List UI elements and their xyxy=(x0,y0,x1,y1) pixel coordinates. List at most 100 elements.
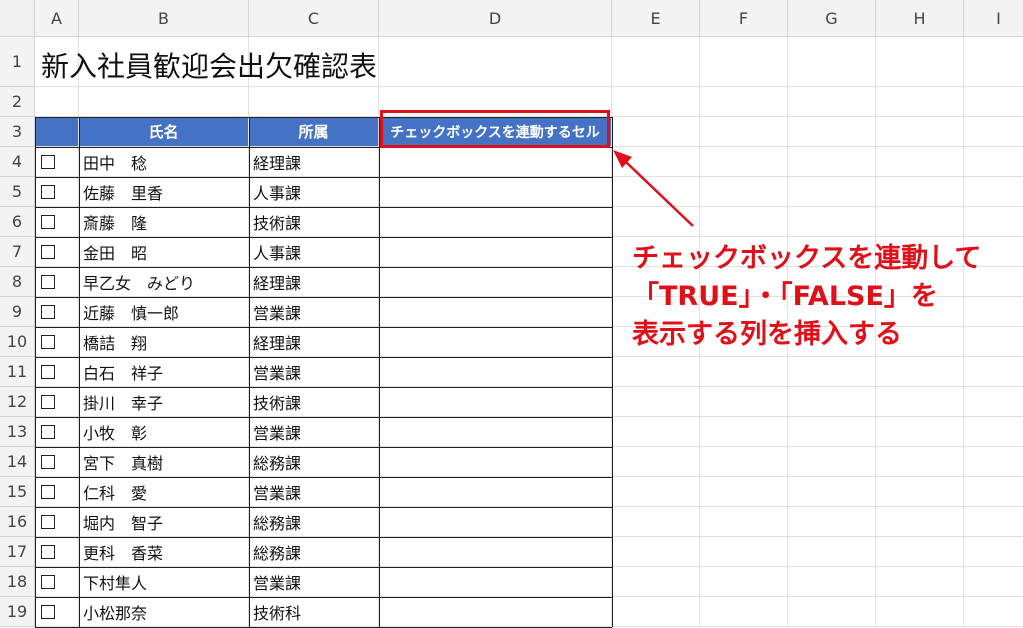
cell-F13[interactable] xyxy=(700,417,788,447)
table-dept-cell[interactable]: 経理課 xyxy=(249,267,379,297)
table-linked-cell[interactable] xyxy=(379,357,612,387)
column-header-f[interactable]: F xyxy=(700,0,788,37)
cell-F2[interactable] xyxy=(700,87,788,117)
cell-G15[interactable] xyxy=(788,477,876,507)
cell-G4[interactable] xyxy=(788,147,876,177)
attendance-checkbox[interactable] xyxy=(41,574,55,589)
cell-G18[interactable] xyxy=(788,567,876,597)
cell-E5[interactable] xyxy=(612,177,700,207)
table-dept-cell[interactable]: 技術科 xyxy=(249,597,379,627)
cell-H19[interactable] xyxy=(876,597,964,627)
table-name-cell[interactable]: 早乙女 みどり xyxy=(79,267,249,297)
column-header-g[interactable]: G xyxy=(788,0,876,37)
row-header-17[interactable]: 17 xyxy=(0,537,35,567)
checkbox-cell[interactable] xyxy=(35,417,79,447)
cell-H11[interactable] xyxy=(876,357,964,387)
table-dept-cell[interactable]: 営業課 xyxy=(249,417,379,447)
row-header-9[interactable]: 9 xyxy=(0,297,35,327)
cell-I6[interactable] xyxy=(964,207,1023,237)
table-dept-cell[interactable]: 総務課 xyxy=(249,447,379,477)
row-header-15[interactable]: 15 xyxy=(0,477,35,507)
table-dept-cell[interactable]: 技術課 xyxy=(249,207,379,237)
cell-E6[interactable] xyxy=(612,207,700,237)
attendance-checkbox[interactable] xyxy=(41,274,55,289)
cell-H16[interactable] xyxy=(876,507,964,537)
cell-I17[interactable] xyxy=(964,537,1023,567)
cell-I4[interactable] xyxy=(964,147,1023,177)
cell-H3[interactable] xyxy=(876,117,964,147)
table-dept-cell[interactable]: 経理課 xyxy=(249,327,379,357)
cell-H15[interactable] xyxy=(876,477,964,507)
table-name-cell[interactable]: 下村隼人 xyxy=(79,567,249,597)
cell-F6[interactable] xyxy=(700,207,788,237)
table-name-cell[interactable]: 小牧 彰 xyxy=(79,417,249,447)
cell-E1[interactable] xyxy=(612,37,700,87)
cell-I3[interactable] xyxy=(964,117,1023,147)
table-linked-cell[interactable] xyxy=(379,267,612,297)
cell-H12[interactable] xyxy=(876,387,964,417)
row-header-12[interactable]: 12 xyxy=(0,387,35,417)
attendance-checkbox[interactable] xyxy=(41,244,55,259)
table-dept-cell[interactable]: 総務課 xyxy=(249,507,379,537)
checkbox-cell[interactable] xyxy=(35,297,79,327)
cell-H17[interactable] xyxy=(876,537,964,567)
cell-H5[interactable] xyxy=(876,177,964,207)
row-header-11[interactable]: 11 xyxy=(0,357,35,387)
cell-G3[interactable] xyxy=(788,117,876,147)
checkbox-cell[interactable] xyxy=(35,537,79,567)
checkbox-cell[interactable] xyxy=(35,447,79,477)
cell-F5[interactable] xyxy=(700,177,788,207)
row-header-14[interactable]: 14 xyxy=(0,447,35,477)
checkbox-cell[interactable] xyxy=(35,507,79,537)
cell-I11[interactable] xyxy=(964,357,1023,387)
row-header-13[interactable]: 13 xyxy=(0,417,35,447)
table-linked-cell[interactable] xyxy=(379,567,612,597)
checkbox-cell[interactable] xyxy=(35,327,79,357)
table-linked-cell[interactable] xyxy=(379,297,612,327)
table-name-cell[interactable]: 田中 稔 xyxy=(79,147,249,177)
column-header-b[interactable]: B xyxy=(79,0,249,37)
checkbox-cell[interactable] xyxy=(35,177,79,207)
checkbox-cell[interactable] xyxy=(35,597,79,627)
table-name-cell[interactable]: 宮下 真樹 xyxy=(79,447,249,477)
row-header-3[interactable]: 3 xyxy=(0,117,35,147)
table-linked-cell[interactable] xyxy=(379,147,612,177)
column-header-h[interactable]: H xyxy=(876,0,964,37)
table-dept-cell[interactable]: 営業課 xyxy=(249,477,379,507)
cell-I19[interactable] xyxy=(964,597,1023,627)
cell-F17[interactable] xyxy=(700,537,788,567)
table-dept-cell[interactable]: 経理課 xyxy=(249,147,379,177)
table-name-cell[interactable]: 金田 昭 xyxy=(79,237,249,267)
table-linked-cell[interactable] xyxy=(379,507,612,537)
row-header-5[interactable]: 5 xyxy=(0,177,35,207)
table-name-cell[interactable]: 掛川 幸子 xyxy=(79,387,249,417)
cell-G5[interactable] xyxy=(788,177,876,207)
cell-I1[interactable] xyxy=(964,37,1023,87)
column-header-d[interactable]: D xyxy=(379,0,612,37)
cell-G6[interactable] xyxy=(788,207,876,237)
table-name-cell[interactable]: 斎藤 隆 xyxy=(79,207,249,237)
table-dept-cell[interactable]: 人事課 xyxy=(249,177,379,207)
table-linked-cell[interactable] xyxy=(379,447,612,477)
row-header-4[interactable]: 4 xyxy=(0,147,35,177)
row-header-2[interactable]: 2 xyxy=(0,87,35,117)
attendance-checkbox[interactable] xyxy=(41,604,55,619)
select-all-corner[interactable] xyxy=(0,0,35,37)
checkbox-cell[interactable] xyxy=(35,477,79,507)
row-header-8[interactable]: 8 xyxy=(0,267,35,297)
table-name-cell[interactable]: 橋詰 翔 xyxy=(79,327,249,357)
table-linked-cell[interactable] xyxy=(379,237,612,267)
row-header-18[interactable]: 18 xyxy=(0,567,35,597)
table-name-cell[interactable]: 小松那奈 xyxy=(79,597,249,627)
table-dept-cell[interactable]: 営業課 xyxy=(249,297,379,327)
attendance-checkbox[interactable] xyxy=(41,484,55,499)
cell-H1[interactable] xyxy=(876,37,964,87)
table-dept-cell[interactable]: 営業課 xyxy=(249,567,379,597)
checkbox-cell[interactable] xyxy=(35,387,79,417)
cell-E2[interactable] xyxy=(612,87,700,117)
cell-A2[interactable] xyxy=(35,87,79,117)
attendance-checkbox[interactable] xyxy=(41,454,55,469)
table-linked-cell[interactable] xyxy=(379,537,612,567)
cell-I12[interactable] xyxy=(964,387,1023,417)
cell-I13[interactable] xyxy=(964,417,1023,447)
